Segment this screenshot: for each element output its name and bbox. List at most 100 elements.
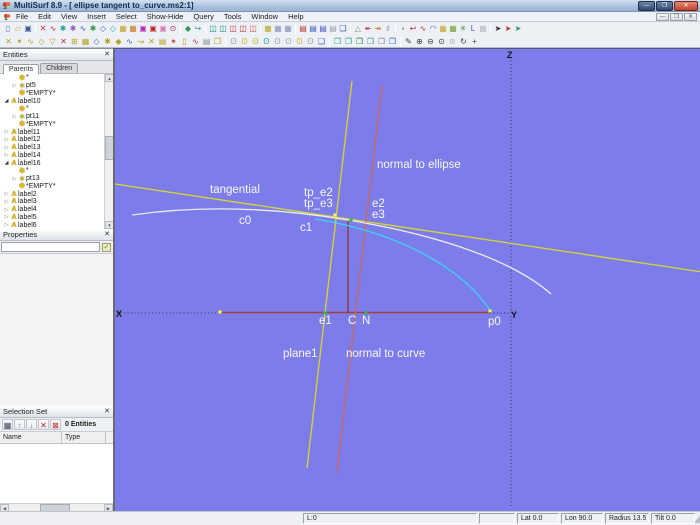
label-N[interactable]: N xyxy=(362,315,370,327)
entities-panel-title-bar[interactable]: Entities ✕ xyxy=(0,49,113,61)
remove-entity-icon[interactable]: ✕ xyxy=(38,419,49,430)
label-p0[interactable]: p0 xyxy=(488,316,501,328)
probe-icon[interactable]: ✎ xyxy=(403,36,414,47)
label-e3[interactable]: e3 xyxy=(372,209,385,221)
filter-curves-icon[interactable]: ∿ xyxy=(48,23,58,34)
create-ring-icon[interactable]: ✶ xyxy=(168,36,179,47)
gate-icon[interactable]: ♯ xyxy=(383,23,393,34)
hook-red-icon[interactable]: ↩ xyxy=(408,23,418,34)
move-up-icon[interactable]: ↑ xyxy=(14,419,25,430)
tree-item-pt11[interactable]: ▷ ✶ pt11 xyxy=(0,113,104,121)
tab-children[interactable]: Children xyxy=(40,63,79,73)
create-snake-icon[interactable]: ∿ xyxy=(124,36,135,47)
entities-tree-scrollbar[interactable]: ▲ ▼ xyxy=(104,74,113,229)
gray-list-icon[interactable]: ▤ xyxy=(328,23,338,34)
normal-to-curve-line[interactable] xyxy=(336,84,383,473)
create-helix-icon[interactable]: ↝ xyxy=(135,36,146,47)
delete-list-icon[interactable]: ▤ xyxy=(298,23,308,34)
arrows-right-icon[interactable]: ↠ xyxy=(373,23,383,34)
grid-x-icon[interactable]: ▦ xyxy=(438,23,448,34)
tree-item-label4[interactable]: ▷ Alabel4 xyxy=(0,206,104,214)
show-selected-icon[interactable]: ʘ xyxy=(250,36,261,47)
tree-item-[interactable]: ✱ * xyxy=(0,105,104,113)
tree-item-label14[interactable]: ▷ Alabel14 xyxy=(0,152,104,160)
export-icon[interactable]: ❐ xyxy=(387,36,398,47)
collapsed-expander-icon[interactable]: ▷ xyxy=(3,152,10,158)
tree-item-label12[interactable]: ▷ Alabel12 xyxy=(0,136,104,144)
scroll-down-icon[interactable]: ▼ xyxy=(105,221,113,229)
filter-points-icon[interactable]: ✕ xyxy=(38,23,48,34)
create-flake-icon[interactable]: ✱ xyxy=(102,36,113,47)
save-file-icon[interactable]: ▣ xyxy=(23,23,33,34)
label-c1[interactable]: c1 xyxy=(300,222,312,234)
deselect-pointer-icon[interactable]: ➤ xyxy=(503,23,513,34)
tree-item-label10[interactable]: ◢ Alabel10 xyxy=(0,97,104,105)
document-system-icon[interactable] xyxy=(3,13,11,21)
create-point-icon[interactable]: ✕ xyxy=(3,36,14,47)
label-tangential[interactable]: tangential xyxy=(210,184,260,196)
show-all-icon[interactable]: ʘ xyxy=(239,36,250,47)
filter-surfaces2-icon[interactable]: ◇ xyxy=(108,23,118,34)
tree-item-label11[interactable]: ▷ Alabel11 xyxy=(0,128,104,136)
create-patch-icon[interactable]: ◇ xyxy=(91,36,102,47)
zoom-prev-icon[interactable]: ⊛ xyxy=(447,36,458,47)
properties-input[interactable] xyxy=(1,242,100,252)
l-frame-icon[interactable]: L xyxy=(468,23,478,34)
filter-surfaces-icon[interactable]: ◇ xyxy=(98,23,108,34)
create-plane-icon[interactable]: ▤ xyxy=(201,36,212,47)
hide-all-icon[interactable]: ʘ xyxy=(228,36,239,47)
filter-snakes-icon[interactable]: ✱ xyxy=(58,23,68,34)
show-children-icon[interactable]: ʘ xyxy=(294,36,305,47)
create-frame-icon[interactable]: ▯ xyxy=(179,36,190,47)
collapsed-expander-icon[interactable]: ▷ xyxy=(3,129,10,135)
menu-insert[interactable]: Insert xyxy=(82,12,111,22)
label-normal-to-ellipse[interactable]: normal to ellipse xyxy=(377,159,461,171)
expanded-expander-icon[interactable]: ◢ xyxy=(3,98,10,104)
label-c0[interactable]: c0 xyxy=(239,215,251,227)
mdi-minimize-button[interactable]: — xyxy=(656,13,669,21)
new-file-icon[interactable]: ▯ xyxy=(3,23,13,34)
toggle-visibility-icon[interactable]: ʘ xyxy=(305,36,316,47)
collapsed-expander-icon[interactable]: ▷ xyxy=(11,83,18,89)
create-copy-icon[interactable]: ❐ xyxy=(212,36,223,47)
create-surface-icon[interactable]: ◇ xyxy=(36,36,47,47)
create-contour-icon[interactable]: ∿ xyxy=(190,36,201,47)
rotate-view-icon[interactable]: ↻ xyxy=(458,36,469,47)
menu-query[interactable]: Query xyxy=(188,12,218,22)
grid-snap-icon[interactable]: ▦ xyxy=(263,23,273,34)
filter-composites-icon[interactable]: ▣ xyxy=(158,23,168,34)
selection-panel-title-bar[interactable]: Selection Set ✕ xyxy=(0,406,113,418)
grid-edit-icon[interactable]: ▦ xyxy=(283,23,293,34)
filter-flakes-icon[interactable]: ✱ xyxy=(88,23,98,34)
callout-icon[interactable]: ❑ xyxy=(338,23,348,34)
collapsed-expander-icon[interactable]: ▷ xyxy=(11,114,18,120)
create-triangle-icon[interactable]: ▽ xyxy=(47,36,58,47)
arrows-left-icon[interactable]: ↞ xyxy=(363,23,373,34)
label-C[interactable]: C xyxy=(348,315,356,327)
tree-item-label5[interactable]: ▷ Alabel5 xyxy=(0,214,104,222)
tree-item-pt5[interactable]: ▷ ✶ pt5 xyxy=(0,82,104,90)
move-down-icon[interactable]: ↓ xyxy=(26,419,37,430)
duplicate-icon[interactable]: ❐ xyxy=(365,36,376,47)
open-file-icon[interactable]: ▱ xyxy=(13,23,23,34)
create-star-icon[interactable]: ✶ xyxy=(14,36,25,47)
scroll-up-icon[interactable]: ▲ xyxy=(105,74,113,82)
annotate-icon[interactable]: ❑ xyxy=(316,36,327,47)
menu-tools[interactable]: Tools xyxy=(219,12,247,22)
create-magnet-icon[interactable]: ✕ xyxy=(146,36,157,47)
create-solid-icon[interactable]: ◆ xyxy=(113,36,124,47)
curve-red-icon[interactable]: ∿ xyxy=(418,23,428,34)
menu-view[interactable]: View xyxy=(56,12,82,22)
tree-item-[interactable]: ✱ * xyxy=(0,167,104,175)
menu-window[interactable]: Window xyxy=(246,12,283,22)
plane1-line[interactable] xyxy=(306,80,353,469)
column-header-name[interactable]: Name xyxy=(0,432,62,443)
tree-item-label2[interactable]: ▷ Alabel2 xyxy=(0,190,104,198)
zoom-in-icon[interactable]: ⊕ xyxy=(414,36,425,47)
marker-icon[interactable]: ◆ xyxy=(183,23,193,34)
filter-solids2-icon[interactable]: ▣ xyxy=(148,23,158,34)
label-normal-to-curve[interactable]: normal to curve xyxy=(346,348,425,360)
menu-edit[interactable]: Edit xyxy=(33,12,56,22)
point-p0[interactable] xyxy=(488,309,492,313)
arc-blue-icon[interactable]: ◠ xyxy=(428,23,438,34)
